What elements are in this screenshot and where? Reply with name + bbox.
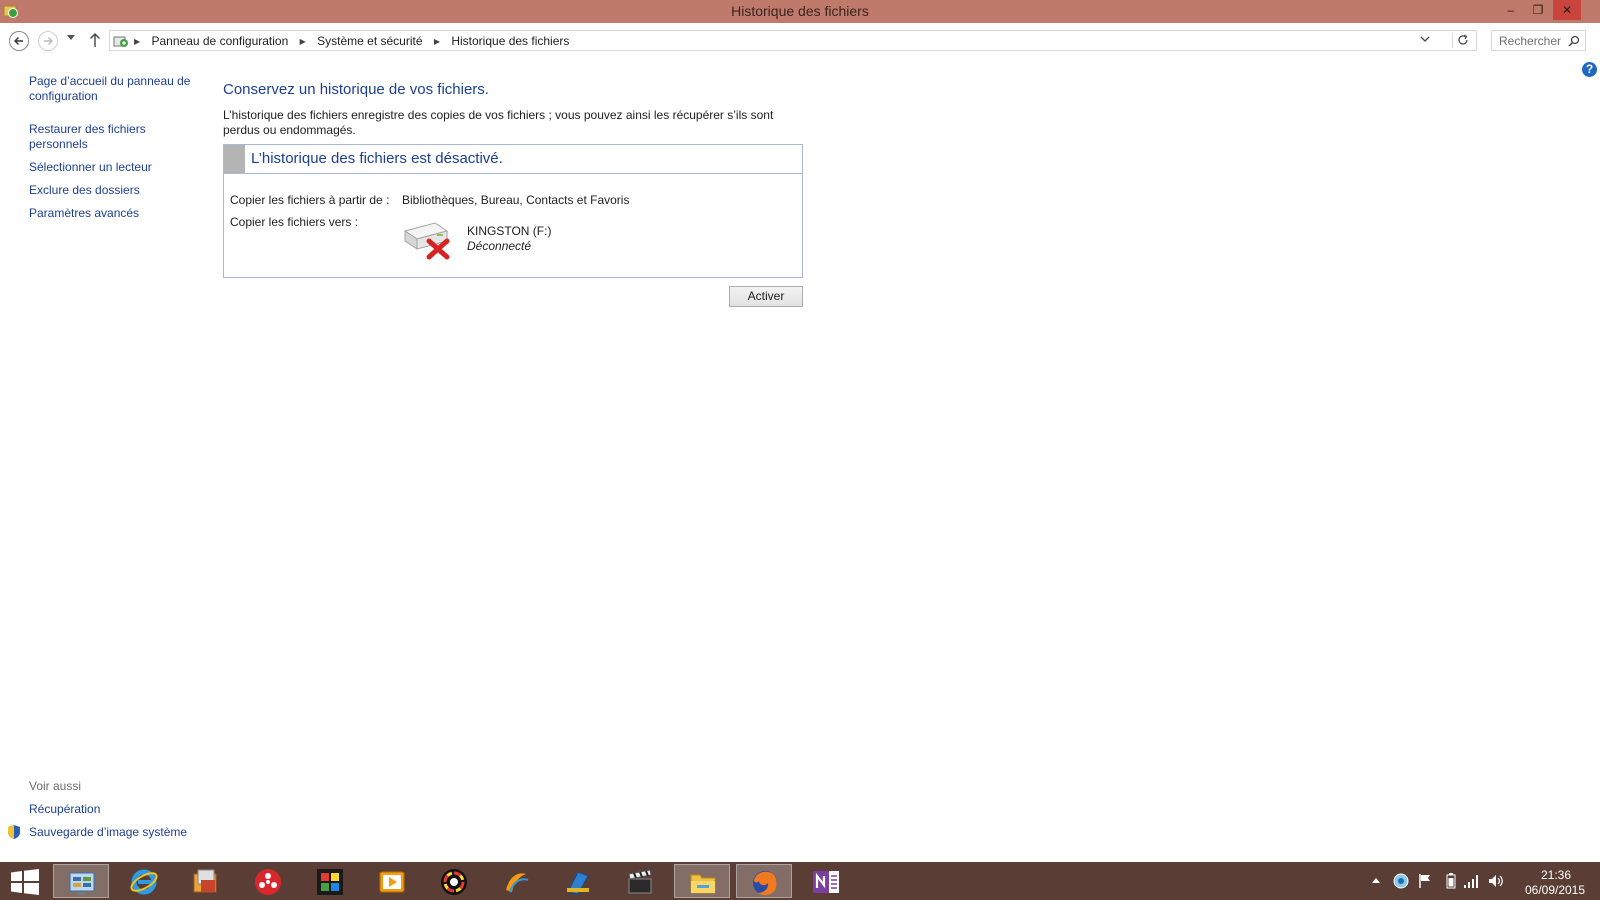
breadcrumb-file-history[interactable]: Historique des fichiers bbox=[451, 34, 569, 48]
network-signal-icon[interactable] bbox=[1463, 873, 1479, 889]
recovery-link[interactable]: Récupération bbox=[29, 802, 100, 817]
see-also-label: Voir aussi bbox=[29, 779, 82, 793]
taskbar: 21:36 06/09/2015 bbox=[0, 862, 1600, 900]
breadcrumb-system-security[interactable]: Système et sécurité bbox=[317, 34, 422, 48]
color-wheel-icon bbox=[441, 869, 467, 895]
taskbar-color-app[interactable] bbox=[426, 864, 482, 898]
file-history-status-panel: L’historique des fichiers est désactivé.… bbox=[223, 144, 803, 278]
title-bar: Historique des fichiers – ❐ ✕ bbox=[0, 0, 1600, 23]
advanced-settings-link[interactable]: Paramètres avancés bbox=[29, 206, 139, 221]
breadcrumb-separator[interactable]: ▶ bbox=[434, 37, 440, 46]
forward-button[interactable] bbox=[38, 31, 58, 51]
file-history-icon bbox=[193, 869, 217, 893]
media-player-icon bbox=[379, 871, 405, 893]
windows-start-icon[interactable] bbox=[11, 869, 39, 895]
control-panel-icon bbox=[69, 872, 95, 895]
minimize-button[interactable]: – bbox=[1497, 0, 1525, 20]
arrow-left-icon bbox=[14, 37, 23, 45]
status-header-text: L’historique des fichiers est désactivé. bbox=[251, 150, 503, 167]
status-indicator-bar bbox=[224, 145, 245, 173]
control-panel-icon bbox=[113, 36, 128, 47]
taskbar-paint-app[interactable] bbox=[550, 864, 606, 898]
uac-shield-icon bbox=[8, 825, 20, 839]
folder-icon bbox=[690, 874, 716, 894]
search-placeholder: Rechercher bbox=[1499, 34, 1562, 48]
page-description: L’historique des fichiers enregistre des… bbox=[223, 108, 774, 137]
hub-app-icon bbox=[255, 869, 281, 895]
disconnected-drive-icon bbox=[403, 222, 450, 260]
battery-icon[interactable] bbox=[1446, 873, 1456, 889]
taskbar-media-player[interactable] bbox=[364, 864, 420, 898]
onenote-icon bbox=[813, 871, 839, 893]
breadcrumb-separator: ▶ bbox=[134, 37, 141, 46]
volume-icon[interactable] bbox=[1488, 873, 1504, 889]
maximize-button[interactable]: ❐ bbox=[1524, 0, 1552, 20]
restore-personal-files-link[interactable]: Restaurer des fichiers personnels bbox=[29, 122, 204, 152]
help-button[interactable]: ? bbox=[1582, 62, 1597, 77]
control-panel-home-link[interactable]: Page d’accueil du panneau de configurati… bbox=[29, 74, 204, 104]
copy-from-label: Copier les fichiers à partir de : bbox=[230, 193, 390, 207]
select-drive-link[interactable]: Sélectionner un lecteur bbox=[29, 160, 152, 175]
gallery-app-icon bbox=[317, 869, 343, 895]
clock-date[interactable]: 06/09/2015 bbox=[1520, 883, 1590, 897]
clapperboard-icon bbox=[628, 869, 652, 894]
breadcrumb: ▶ Panneau de configuration ▶ Système et … bbox=[134, 34, 577, 48]
drive-name: KINGSTON (F:) bbox=[467, 224, 552, 238]
page-title: Conservez un historique de vos fichiers. bbox=[223, 81, 489, 98]
copy-from-value: Bibliothèques, Bureau, Contacts et Favor… bbox=[402, 193, 630, 207]
arrow-right-icon bbox=[44, 37, 53, 45]
taskbar-music-app[interactable] bbox=[488, 864, 544, 898]
paint-app-icon bbox=[567, 871, 589, 895]
back-button[interactable] bbox=[9, 31, 29, 51]
internet-explorer-icon bbox=[130, 869, 158, 895]
refresh-button[interactable] bbox=[1452, 33, 1473, 48]
window-title: Historique des fichiers bbox=[731, 3, 869, 19]
close-button[interactable]: ✕ bbox=[1553, 0, 1581, 20]
system-image-backup-link[interactable]: Sauvegarde d’image système bbox=[29, 825, 187, 840]
firefox-icon bbox=[753, 871, 777, 896]
recent-locations-chevron-icon[interactable] bbox=[67, 35, 75, 41]
taskbar-file-history[interactable] bbox=[178, 864, 234, 898]
taskbar-file-explorer[interactable] bbox=[674, 864, 730, 898]
music-app-icon bbox=[506, 873, 529, 893]
status-header: L’historique des fichiers est désactivé. bbox=[224, 145, 802, 174]
drive-status: Déconnecté bbox=[467, 239, 532, 253]
refresh-icon bbox=[1458, 34, 1468, 45]
show-hidden-icons-icon[interactable] bbox=[1372, 877, 1380, 883]
address-dropdown-chevron-icon[interactable] bbox=[1420, 35, 1430, 43]
action-center-flag-icon[interactable] bbox=[1418, 873, 1432, 889]
taskbar-onenote[interactable] bbox=[798, 864, 854, 898]
breadcrumb-separator[interactable]: ▶ bbox=[300, 37, 306, 46]
taskbar-video-app[interactable] bbox=[612, 864, 668, 898]
taskbar-internet-explorer[interactable] bbox=[116, 864, 172, 898]
copy-to-label: Copier les fichiers vers : bbox=[230, 215, 359, 229]
taskbar-firefox[interactable] bbox=[736, 864, 792, 898]
clock-time[interactable]: 21:36 bbox=[1536, 868, 1576, 882]
exclude-folders-link[interactable]: Exclure des dossiers bbox=[29, 183, 140, 198]
activate-button[interactable]: Activer bbox=[729, 286, 803, 307]
address-bar[interactable]: ▶ Panneau de configuration ▶ Système et … bbox=[109, 30, 1477, 51]
taskbar-hub-app[interactable] bbox=[240, 864, 296, 898]
search-icon[interactable] bbox=[1568, 35, 1580, 47]
taskbar-control-panel[interactable] bbox=[53, 864, 109, 898]
tray-app-icon[interactable] bbox=[1393, 873, 1409, 889]
taskbar-gallery-app[interactable] bbox=[302, 864, 358, 898]
navigation-bar: ▶ Panneau de configuration ▶ Système et … bbox=[0, 23, 1600, 58]
search-box[interactable]: Rechercher bbox=[1491, 30, 1586, 51]
up-arrow-icon[interactable] bbox=[89, 32, 101, 48]
breadcrumb-control-panel[interactable]: Panneau de configuration bbox=[152, 34, 289, 48]
